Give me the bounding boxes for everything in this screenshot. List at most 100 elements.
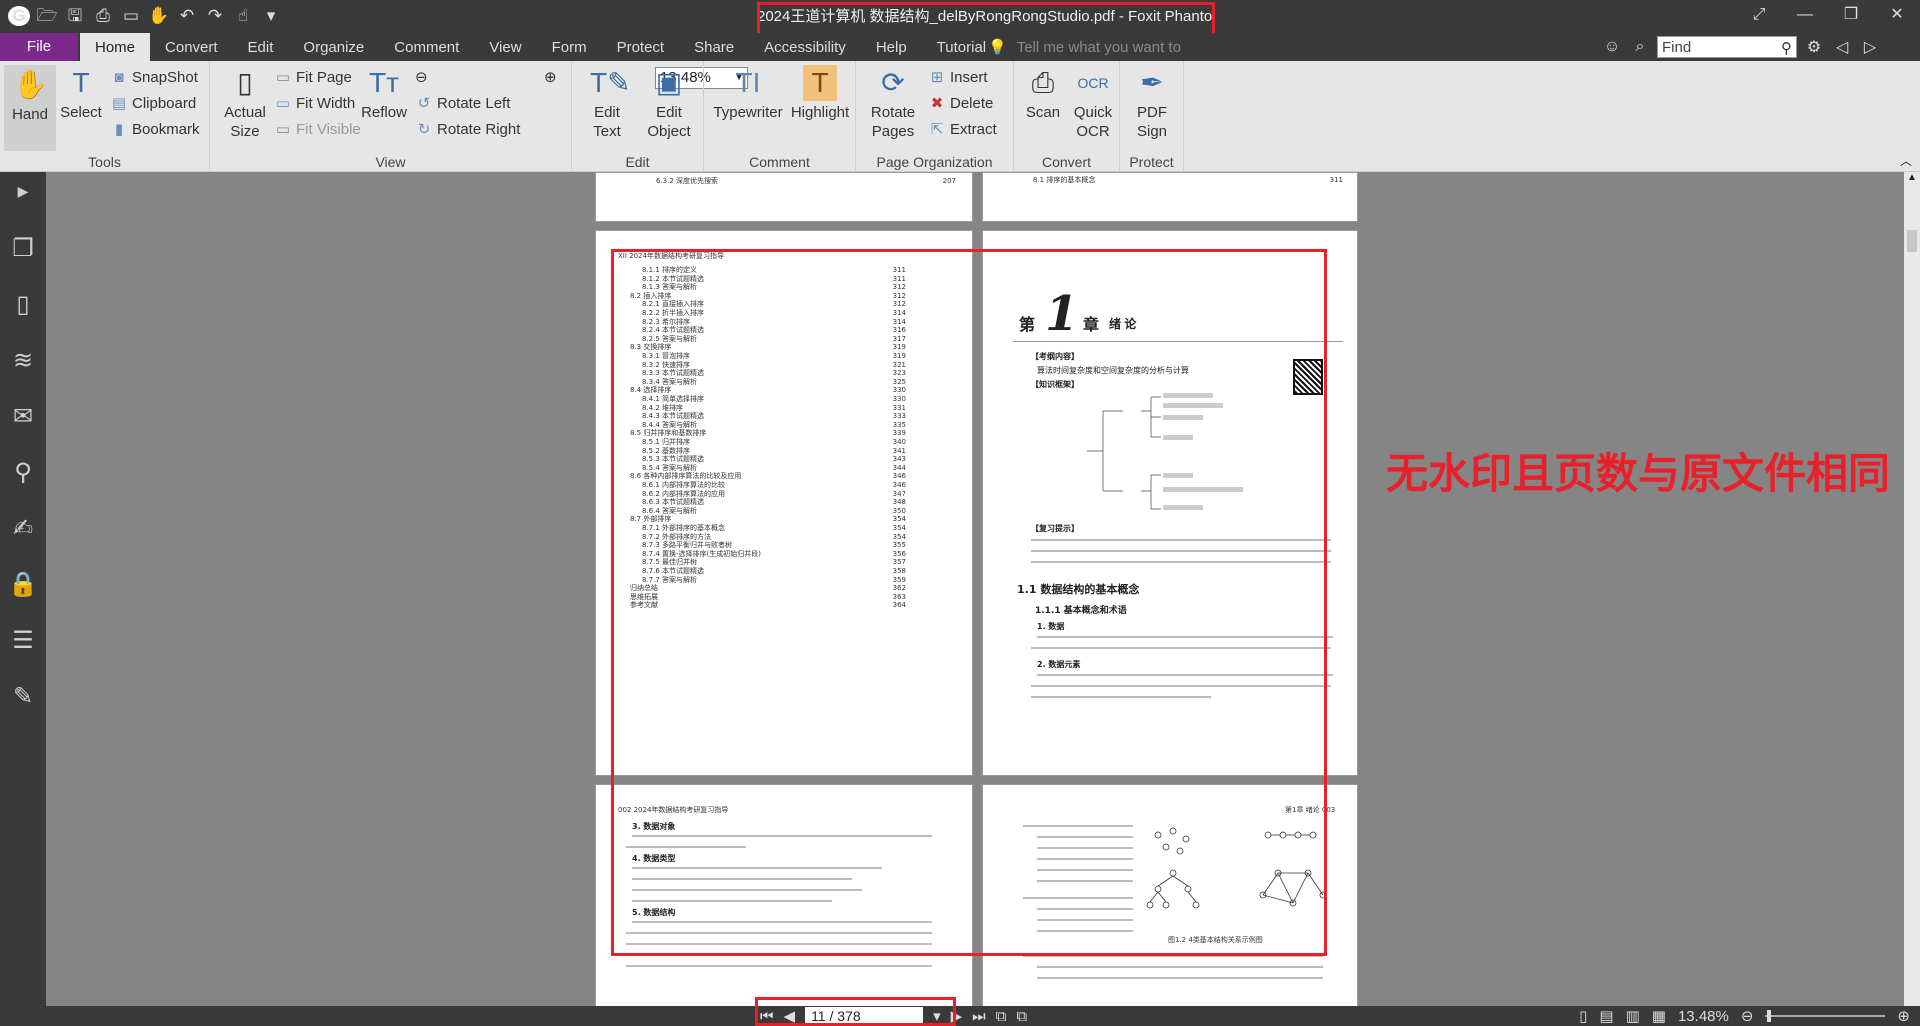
rotate-left-label: Rotate Left bbox=[437, 95, 511, 112]
redo-icon[interactable]: ↷ bbox=[204, 6, 226, 26]
signatures-icon[interactable]: ✍ bbox=[6, 512, 40, 546]
print-icon[interactable]: ⎙ bbox=[92, 6, 114, 26]
forward-icon[interactable]: ▷ bbox=[1859, 37, 1881, 57]
fit-width-button[interactable]: ▭ Fit Width bbox=[274, 93, 355, 115]
rotate-left-button[interactable]: ↺ Rotate Left bbox=[415, 93, 511, 115]
actual-size-icon: ▯ bbox=[237, 67, 253, 98]
close-button[interactable]: ✕ bbox=[1874, 0, 1920, 33]
back-icon[interactable]: ◁ bbox=[1831, 37, 1853, 57]
comments-icon[interactable]: ✉ bbox=[6, 400, 40, 434]
toc-entry: 8.1 排序的基本概念 311 bbox=[1033, 175, 1343, 185]
tab-accessibility[interactable]: Accessibility bbox=[749, 33, 861, 61]
save-icon[interactable]: 🖫 bbox=[64, 6, 86, 26]
tab-comment[interactable]: Comment bbox=[379, 33, 474, 61]
destinations-icon[interactable]: ✎ bbox=[6, 680, 40, 714]
hand-button[interactable]: ✋ Hand bbox=[4, 65, 56, 151]
scan-icon: ⎙ bbox=[1031, 67, 1055, 98]
bookmark-button[interactable]: ▮ Bookmark bbox=[110, 119, 200, 141]
group-view: ▯ Actual Size ▭ Fit Page ▭ Fit Width ▭ Fit V… bbox=[210, 61, 748, 172]
actual-size-button[interactable]: ▯ Actual Size bbox=[220, 65, 270, 141]
properties-icon[interactable]: ▭ bbox=[120, 6, 142, 26]
zoom-out-icon[interactable]: ⊖ bbox=[415, 67, 428, 89]
edit-text-button[interactable]: T✎ Edit Text bbox=[580, 65, 634, 141]
tab-organize[interactable]: Organize bbox=[288, 33, 379, 61]
delete-button[interactable]: ✖ Delete bbox=[928, 93, 994, 115]
rotate-pages-button[interactable]: ⟳ Rotate Pages bbox=[862, 65, 924, 141]
rotate-right-label: Rotate Right bbox=[437, 121, 521, 138]
scrollbar-thumb[interactable] bbox=[1907, 230, 1917, 252]
single-page-icon[interactable]: ▯ bbox=[1579, 1007, 1587, 1025]
zoom-in-icon[interactable]: ⊕ bbox=[544, 67, 557, 89]
extract-button[interactable]: ⇱ Extract bbox=[928, 119, 997, 141]
security-lock-icon[interactable]: 🔒 bbox=[6, 568, 40, 602]
minimize-button[interactable]: — bbox=[1782, 0, 1828, 33]
next-view-icon[interactable]: ⧉ bbox=[1016, 1008, 1027, 1025]
collapse-ribbon-icon[interactable]: ︿ bbox=[1900, 152, 1912, 169]
previous-view-icon[interactable]: ⧉ bbox=[996, 1008, 1007, 1025]
highlight-button[interactable]: T Highlight bbox=[788, 65, 852, 122]
foxit-logo-icon[interactable]: G bbox=[8, 6, 30, 26]
clipboard-button[interactable]: ▤ Clipboard bbox=[110, 93, 196, 115]
expand-panel-icon[interactable]: ▶ bbox=[6, 174, 40, 208]
delete-label: Delete bbox=[950, 95, 994, 112]
tab-protect[interactable]: Protect bbox=[602, 33, 680, 61]
zoom-slider[interactable] bbox=[1765, 1010, 1886, 1022]
scan-button[interactable]: ⎙ Scan bbox=[1020, 65, 1066, 122]
edit-object-button[interactable]: ▣ Edit Object bbox=[638, 65, 700, 141]
tab-edit[interactable]: Edit bbox=[233, 33, 289, 61]
tab-view[interactable]: View bbox=[474, 33, 536, 61]
facing-icon[interactable]: ▥ bbox=[1626, 1007, 1640, 1025]
rotate-right-button[interactable]: ↻ Rotate Right bbox=[415, 119, 521, 141]
pdf-sign-button[interactable]: ✒ PDF Sign bbox=[1126, 65, 1178, 141]
tell-me-box[interactable]: 💡 Tell me what you want to bbox=[988, 33, 1181, 61]
restore-button[interactable]: ❐ bbox=[1828, 0, 1874, 33]
settings-icon[interactable]: ⚙ bbox=[1803, 37, 1825, 57]
continuous-icon[interactable]: ▤ bbox=[1599, 1007, 1613, 1025]
group-protect: ✒ PDF Sign Protect bbox=[1120, 61, 1184, 172]
search-icon[interactable]: ⚲ bbox=[1781, 39, 1792, 57]
tab-help[interactable]: Help bbox=[861, 33, 922, 61]
actual-size-label: Actual Size bbox=[224, 104, 266, 140]
pdf-sign-label: PDF Sign bbox=[1136, 104, 1168, 140]
customize-dropdown-icon[interactable]: ▾ bbox=[260, 6, 282, 26]
touch-mode-icon[interactable]: ☝ bbox=[232, 6, 254, 26]
zoom-dropdown-icon[interactable]: ⊖ bbox=[1741, 1007, 1754, 1025]
fit-width-icon: ▭ bbox=[275, 95, 291, 112]
continuous-facing-icon[interactable]: ▦ bbox=[1652, 1007, 1666, 1025]
fit-visible-button[interactable]: ▭ Fit Visible bbox=[274, 119, 361, 141]
attachments-icon[interactable]: ⚲ bbox=[6, 456, 40, 490]
insert-button[interactable]: ⊞ Insert bbox=[928, 67, 988, 89]
open-icon[interactable]: 🗁 bbox=[36, 6, 58, 26]
menu-bar: File Home Convert Edit Organize Comment … bbox=[0, 33, 1920, 61]
tab-form[interactable]: Form bbox=[537, 33, 602, 61]
select-button[interactable]: T Select bbox=[58, 65, 104, 122]
vertical-scrollbar[interactable]: ▲ bbox=[1904, 172, 1920, 1006]
fullscreen-button[interactable]: ⤢ bbox=[1736, 0, 1782, 33]
scroll-up-icon[interactable]: ▲ bbox=[1907, 172, 1917, 183]
typewriter-button[interactable]: TI Typewriter bbox=[712, 65, 784, 122]
tab-home[interactable]: Home bbox=[80, 33, 151, 61]
quick-ocr-button[interactable]: OCR Quick OCR bbox=[1070, 65, 1116, 141]
hand-quick-icon[interactable]: ✋ bbox=[148, 6, 170, 26]
account-icon[interactable]: ☺ bbox=[1601, 38, 1623, 56]
zoom-in-status-icon[interactable]: ⊕ bbox=[1897, 1007, 1910, 1025]
form-fields-icon[interactable]: ☰ bbox=[6, 624, 40, 658]
find-input[interactable]: Find ⚲ bbox=[1657, 36, 1797, 58]
camera-icon: ◙ bbox=[114, 69, 124, 86]
last-page-icon[interactable]: ⏭ bbox=[972, 1008, 986, 1025]
tab-convert[interactable]: Convert bbox=[150, 33, 233, 61]
snapshot-button[interactable]: ◙ SnapShot bbox=[110, 67, 197, 89]
comment-group-label: Comment bbox=[749, 154, 810, 170]
reflow-button[interactable]: Tт Reflow bbox=[360, 65, 408, 122]
layers-icon[interactable]: ≋ bbox=[6, 344, 40, 378]
pages-icon[interactable]: ❐ bbox=[6, 232, 40, 266]
page-partial-right: 8.1 排序的基本概念 311 bbox=[982, 172, 1358, 222]
reflow-label: Reflow bbox=[361, 104, 407, 121]
page-thumbnails-icon[interactable]: ▯ bbox=[6, 288, 40, 322]
undo-icon[interactable]: ↶ bbox=[176, 6, 198, 26]
zoom-slider-handle[interactable] bbox=[1767, 1010, 1772, 1022]
tab-share[interactable]: Share bbox=[679, 33, 749, 61]
fit-page-button[interactable]: ▭ Fit Page bbox=[274, 67, 352, 89]
search-options-icon[interactable]: ⌕ bbox=[1629, 38, 1651, 56]
file-tab[interactable]: File bbox=[0, 33, 78, 61]
